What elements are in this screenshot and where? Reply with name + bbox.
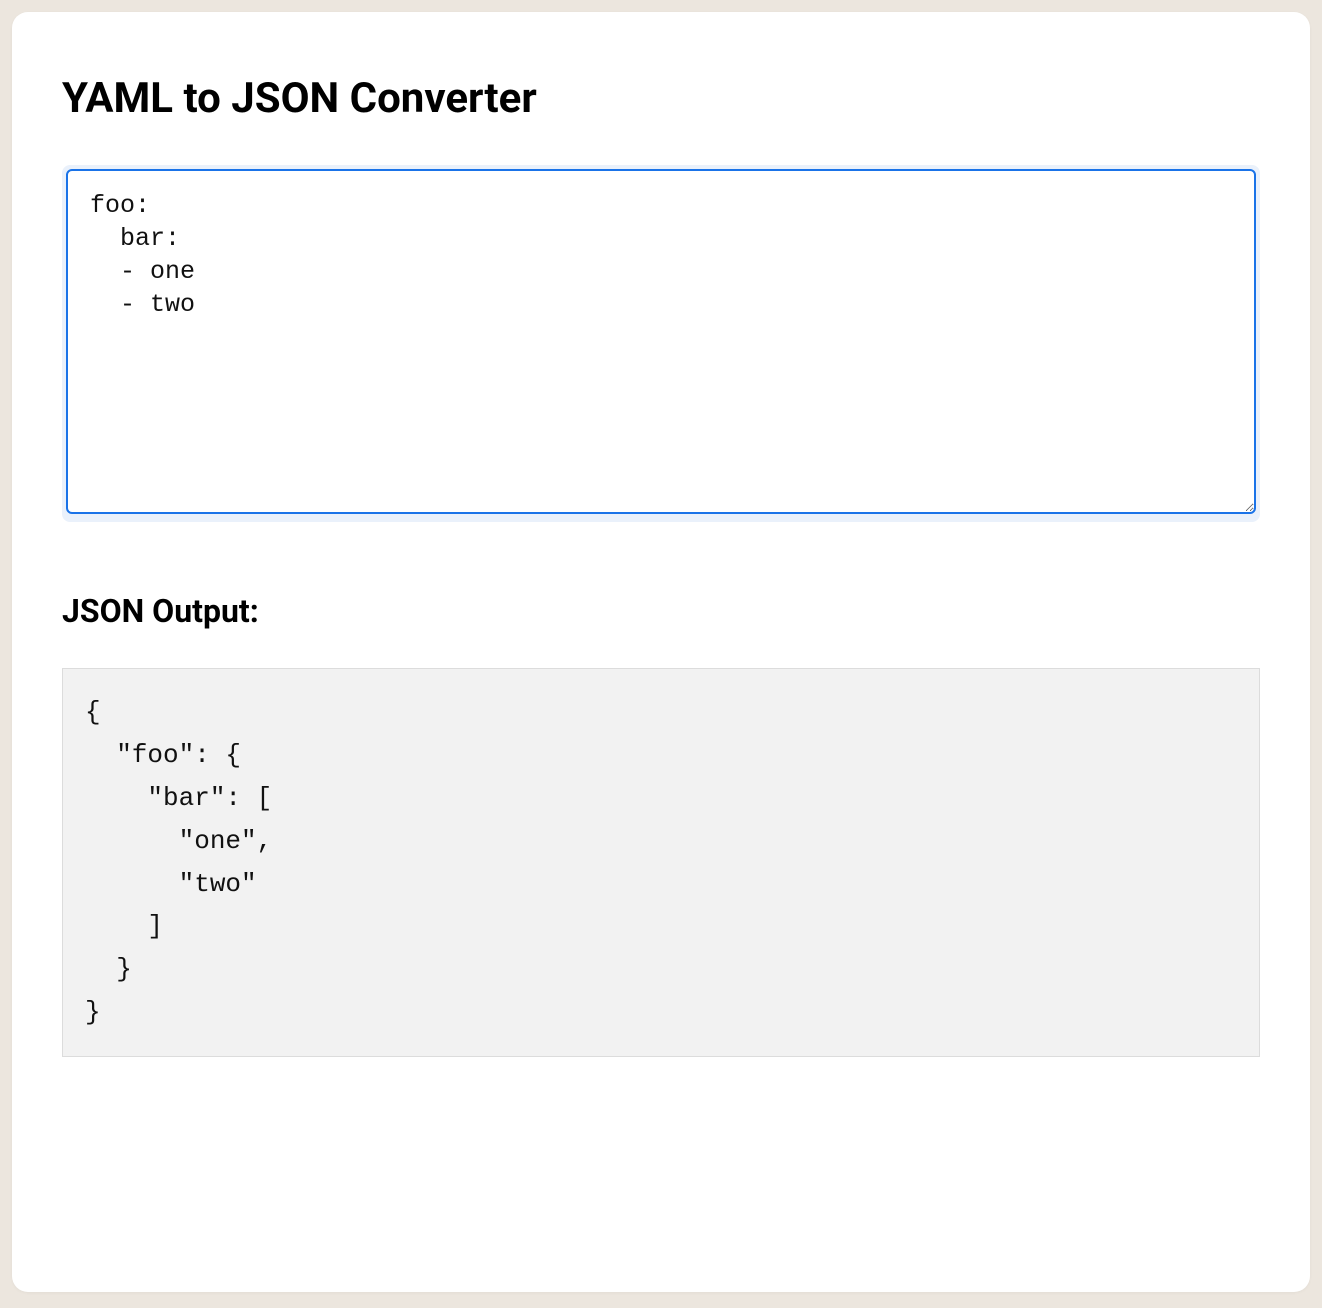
converter-card: YAML to JSON Converter JSON Output: { "f… <box>12 12 1310 1292</box>
yaml-input-container <box>62 165 1260 522</box>
json-output: { "foo": { "bar": [ "one", "two" ] } } <box>62 668 1260 1057</box>
output-label: JSON Output: <box>62 592 1260 630</box>
page-title: YAML to JSON Converter <box>62 74 1260 123</box>
yaml-input[interactable] <box>66 169 1256 514</box>
